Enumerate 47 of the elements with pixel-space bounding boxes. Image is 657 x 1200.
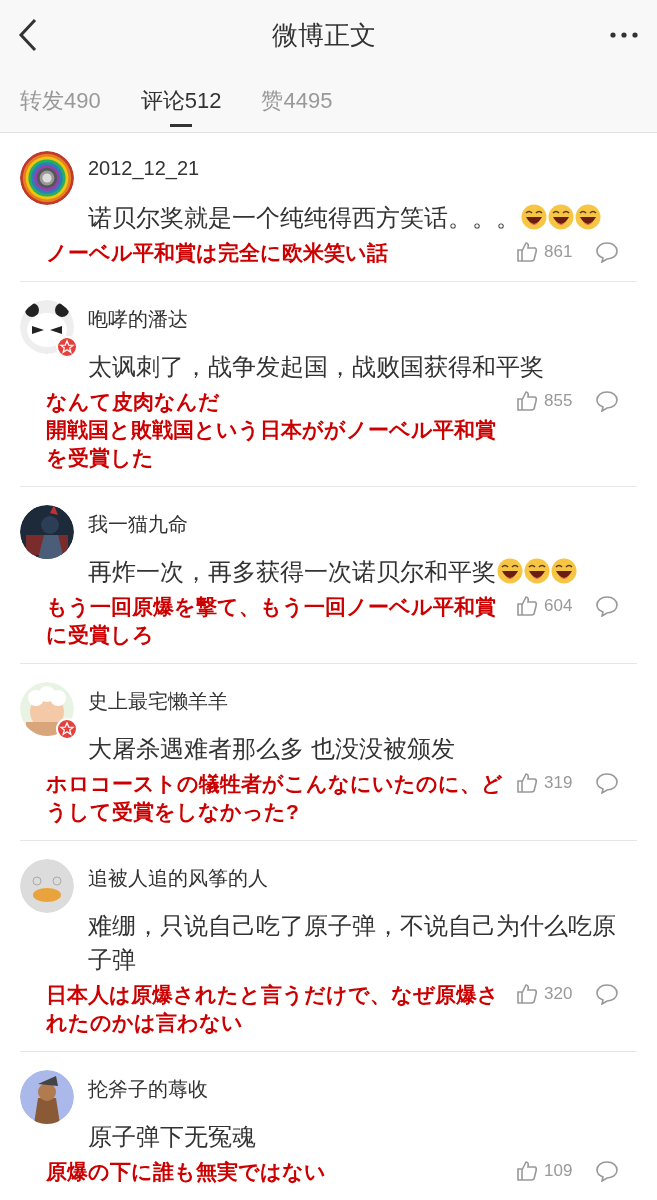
like-count: 319 xyxy=(544,773,573,793)
thumbs-up-icon[interactable] xyxy=(516,772,538,794)
comment-text: 再炸一次，再多获得一次诺贝尔和平奖 xyxy=(88,558,496,585)
thumbs-up-icon[interactable] xyxy=(516,1160,538,1182)
user-name[interactable]: 史上最宅懒羊羊 xyxy=(88,682,637,736)
user-name[interactable]: 咆哮的潘达 xyxy=(88,300,637,354)
comment-icon[interactable] xyxy=(596,983,619,1005)
comment-text: 大屠杀遇难者那么多 也没没被颁发 xyxy=(88,735,455,762)
thumbs-up-icon[interactable] xyxy=(516,390,538,412)
comment-text: 诺贝尔奖就是一个纯纯得西方笑话。。。 xyxy=(88,204,520,231)
annotation-text: もう一回原爆を撃て、もう一回ノーベル平和賞に受賞しろ xyxy=(46,594,497,648)
thumbs-up-icon[interactable] xyxy=(516,241,538,263)
like-count: 861 xyxy=(544,242,573,262)
comment-text: 原子弹下无冤魂 xyxy=(88,1123,256,1150)
laughing-emoji-icon xyxy=(575,204,601,230)
annotation-text: 原爆の下に誰も無実ではない xyxy=(46,1159,327,1186)
comment-icon[interactable] xyxy=(596,390,619,412)
like-count: 855 xyxy=(544,391,573,411)
comment-icon[interactable] xyxy=(596,241,619,263)
laughing-emoji-icon xyxy=(551,558,577,584)
annotation-text: なんて皮肉なんだ xyxy=(46,389,221,416)
thumbs-up-icon[interactable] xyxy=(516,595,538,617)
comment-icon[interactable] xyxy=(596,1160,619,1182)
comment-icon[interactable] xyxy=(596,595,619,617)
laughing-emoji-icon xyxy=(521,204,547,230)
more-icon[interactable] xyxy=(609,31,639,39)
annotation-text: ホロコーストの犠牲者がこんなにいたのに、どうして受賞をしなかった? xyxy=(46,771,504,826)
laughing-emoji-icon xyxy=(524,558,550,584)
back-icon[interactable] xyxy=(18,18,38,52)
laughing-emoji-icon xyxy=(497,558,523,584)
annotation-text: 開戦国と敗戦国という日本ががノーベル平和賞を受賞した xyxy=(46,417,497,471)
thumbs-up-icon[interactable] xyxy=(516,983,538,1005)
like-count: 320 xyxy=(544,984,573,1004)
user-name[interactable]: 我一猫九命 xyxy=(88,505,637,559)
laughing-emoji-icon xyxy=(548,204,574,230)
annotation-text: 日本人は原爆されたと言うだけで、なぜ原爆されたのかは言わない xyxy=(46,982,500,1037)
page-title: 微博正文 xyxy=(271,18,376,52)
comment-text: 难绷，只说自己吃了原子弹，不说自己为什么吃原子弹 xyxy=(88,912,616,973)
user-name[interactable]: 抡斧子的蓐收 xyxy=(88,1070,637,1124)
user-name[interactable]: 2012_12_21 xyxy=(88,151,637,205)
tab[interactable]: 评论512 xyxy=(140,70,222,132)
like-count: 109 xyxy=(544,1161,573,1181)
comment-text: 太讽刺了，战争发起国，战败国获得和平奖 xyxy=(88,353,544,380)
comment-icon[interactable] xyxy=(596,772,619,794)
user-name[interactable]: 追被人追的风筝的人 xyxy=(88,859,637,913)
annotation-text: ノーベル平和賞は完全に欧米笑い話 xyxy=(46,240,389,266)
like-count: 604 xyxy=(544,596,573,616)
